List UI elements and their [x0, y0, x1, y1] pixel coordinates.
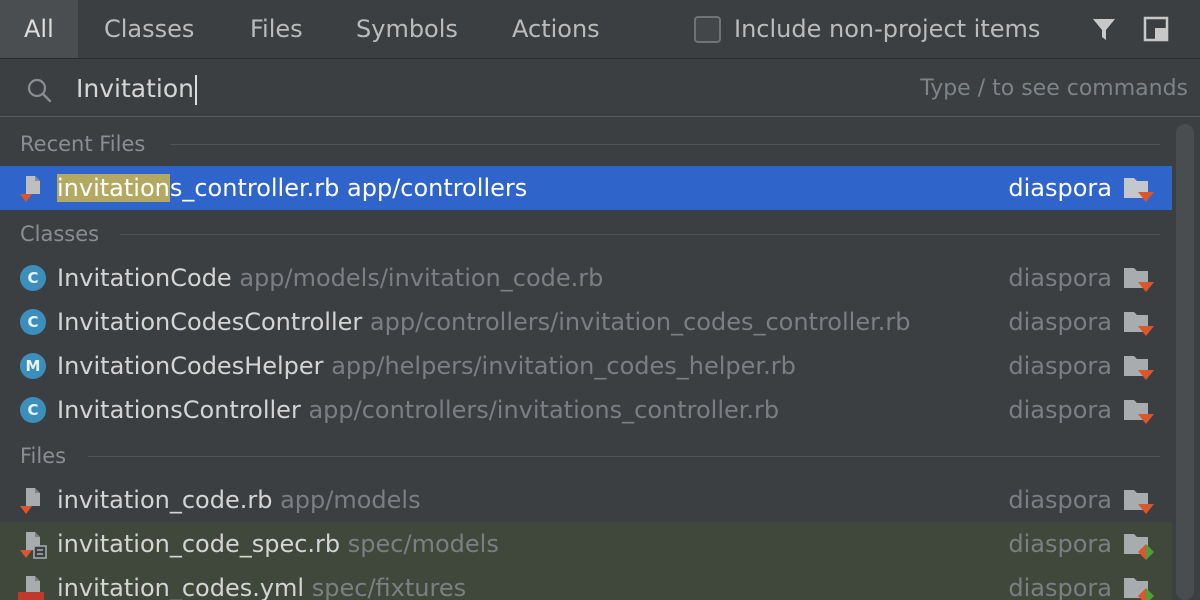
search-icon: [27, 78, 52, 103]
project-name: diaspora: [1008, 174, 1112, 202]
class-name: InvitationCodesController: [57, 308, 363, 336]
result-label: invitation_codes.yml spec/fixtures: [57, 566, 466, 600]
class-name: InvitationsController: [57, 396, 301, 424]
ruby-file-icon: [20, 176, 40, 202]
text-caret: [194, 75, 197, 105]
project-name: diaspora: [1008, 352, 1112, 380]
result-label: InvitationCode app/models/invitation_cod…: [57, 256, 603, 300]
section-recent-files: Recent Files: [20, 132, 146, 156]
project-name: diaspora: [1008, 264, 1112, 292]
project-name: diaspora: [1008, 486, 1112, 514]
project-folder-icon: [1124, 490, 1154, 514]
class-path: app/controllers/invitation_codes_control…: [369, 308, 911, 336]
file-name: invitation_codes.yml: [57, 574, 305, 600]
class-path: app/controllers/invitations_controller.r…: [308, 396, 780, 424]
file-path: app/controllers: [347, 174, 528, 202]
ruby-file-icon: [20, 488, 40, 514]
result-row-class[interactable]: C InvitationCodesController app/controll…: [0, 300, 1172, 344]
test-folder-icon: [1124, 578, 1154, 600]
project-name: diaspora: [1008, 308, 1112, 336]
test-folder-icon: [1124, 534, 1154, 560]
project-folder-icon: [1124, 178, 1154, 202]
project-folder-icon: [1124, 268, 1154, 292]
result-row-class[interactable]: C InvitationCode app/models/invitation_c…: [0, 256, 1172, 300]
project-folder-icon: [1124, 312, 1154, 336]
module-name: InvitationCodesHelper: [57, 352, 324, 380]
tab-symbols[interactable]: Symbols: [356, 0, 458, 58]
project-folder-icon: [1124, 356, 1154, 380]
search-input[interactable]: Invitation: [76, 70, 197, 108]
tab-classes[interactable]: Classes: [104, 0, 194, 58]
search-input-value: Invitation: [76, 74, 194, 103]
include-non-project-label[interactable]: Include non-project items: [734, 0, 1040, 58]
file-path: spec/models: [347, 530, 499, 558]
project-folder-icon: [1124, 400, 1154, 424]
result-label: InvitationCodesController app/controller…: [57, 300, 910, 344]
class-name: InvitationCode: [57, 264, 232, 292]
section-divider: [120, 234, 1160, 235]
results-list: Recent Files invitations_controller.rb a…: [0, 118, 1172, 600]
tab-files[interactable]: Files: [250, 0, 303, 58]
result-label: InvitationsController app/controllers/in…: [57, 388, 779, 432]
result-label: invitation_code_spec.rb spec/models: [57, 522, 499, 566]
result-label: InvitationCodesHelper app/helpers/invita…: [57, 344, 796, 388]
section-files: Files: [20, 444, 67, 468]
result-label: invitation_code.rb app/models: [57, 478, 421, 522]
module-icon: M: [20, 353, 46, 379]
file-name-rest: s_controller.rb: [169, 174, 340, 202]
result-row-class[interactable]: C InvitationsController app/controllers/…: [0, 388, 1172, 432]
class-icon: C: [20, 397, 46, 423]
search-everywhere-tabbar: All Classes Files Symbols Actions Includ…: [0, 0, 1200, 59]
commands-hint: Type / to see commands: [920, 76, 1188, 101]
yml-file-icon: [18, 576, 44, 600]
result-label: invitations_controller.rb app/controller…: [57, 166, 527, 210]
class-path: app/models/invitation_code.rb: [239, 264, 604, 292]
open-in-window-icon[interactable]: [1142, 15, 1170, 43]
class-icon: C: [20, 309, 46, 335]
class-icon: C: [20, 265, 46, 291]
project-name: diaspora: [1008, 574, 1112, 600]
file-path: app/models: [280, 486, 421, 514]
filter-icon[interactable]: [1090, 15, 1118, 43]
result-row-file[interactable]: invitation_code.rb app/models diaspora: [0, 478, 1172, 522]
project-name: diaspora: [1008, 530, 1112, 558]
ruby-spec-file-icon: [20, 532, 47, 559]
file-name: invitation_code.rb: [57, 486, 273, 514]
file-name: invitation_code_spec.rb: [57, 530, 341, 558]
result-row-file[interactable]: invitation_code_spec.rb spec/models dias…: [0, 522, 1172, 566]
section-classes: Classes: [20, 222, 100, 246]
results-scrollbar[interactable]: [1176, 124, 1194, 600]
module-path: app/helpers/invitation_codes_helper.rb: [331, 352, 796, 380]
tab-actions[interactable]: Actions: [512, 0, 600, 58]
section-divider: [170, 144, 1160, 145]
result-row-module[interactable]: M InvitationCodesHelper app/helpers/invi…: [0, 344, 1172, 388]
tab-all[interactable]: All: [0, 0, 78, 58]
search-bar: Invitation Type / to see commands: [0, 60, 1200, 117]
include-non-project-checkbox[interactable]: [694, 16, 721, 43]
file-path: spec/fixtures: [311, 574, 467, 600]
result-row-recent-file[interactable]: invitations_controller.rb app/controller…: [0, 166, 1172, 210]
section-divider: [88, 456, 1160, 457]
result-row-file[interactable]: invitation_codes.yml spec/fixtures diasp…: [0, 566, 1172, 600]
match-highlight: invitation: [57, 174, 170, 202]
project-name: diaspora: [1008, 396, 1112, 424]
